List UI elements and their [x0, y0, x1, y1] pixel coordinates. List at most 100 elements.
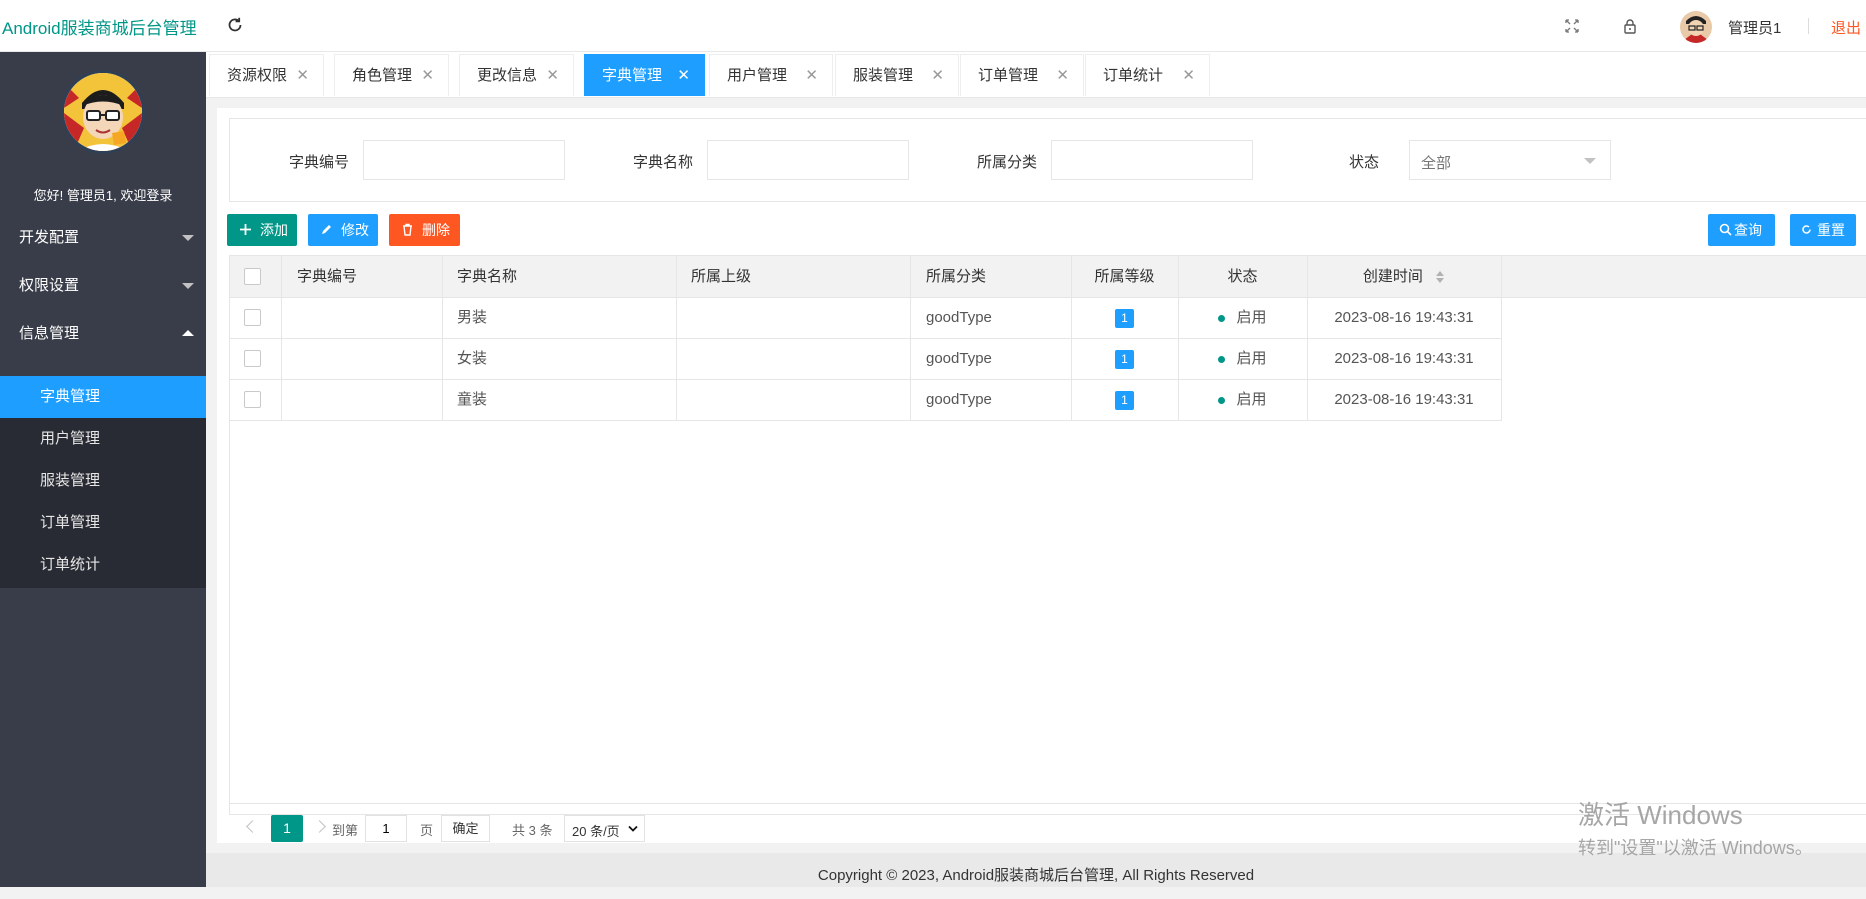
status-label: 状态 [1349, 154, 1380, 171]
row-checkbox[interactable] [244, 391, 261, 408]
delete-button-label: 删除 [422, 222, 450, 238]
welcome-text: 您好! 管理员1, 欢迎登录 [33, 188, 173, 203]
tab-label: 订单统计 [1103, 67, 1164, 84]
category-input[interactable] [1051, 140, 1253, 180]
page-unit: 页 [420, 823, 434, 838]
page-size-select[interactable]: 20 条/页 [564, 815, 645, 842]
tab-change-info[interactable]: 更改信息 ✕ [459, 54, 574, 96]
header-created[interactable]: 创建时间 [1307, 256, 1501, 297]
select-all-checkbox[interactable] [244, 268, 261, 285]
cell-created: 2023-08-16 19:43:31 [1334, 309, 1474, 326]
close-icon[interactable]: ✕ [546, 55, 559, 97]
menu-group-label: 权限设置 [19, 277, 80, 294]
total-count: 共 3 条 [512, 823, 553, 838]
query-button-label: 查询 [1734, 222, 1762, 238]
close-icon[interactable]: ✕ [1182, 55, 1195, 97]
chevron-down-icon [1584, 158, 1596, 164]
sidebar-item-order-stats[interactable]: 订单统计 [0, 544, 206, 586]
close-icon[interactable]: ✕ [677, 55, 690, 97]
header-avatar[interactable] [1680, 11, 1712, 43]
cell-status: 启用 [1178, 298, 1307, 338]
status-select[interactable]: 全部 [1409, 140, 1611, 180]
delete-button[interactable]: 删除 [389, 214, 460, 246]
trash-icon [403, 223, 412, 236]
status-dot-icon [1218, 355, 1226, 363]
header-created-label: 创建时间 [1362, 268, 1423, 285]
status-dot-icon [1218, 396, 1226, 404]
tab-clothing-management[interactable]: 服装管理 ✕ [835, 54, 959, 96]
next-page-icon[interactable] [313, 820, 326, 833]
cell-created: 2023-08-16 19:43:31 [1334, 391, 1474, 408]
logout-link[interactable]: 退出 [1831, 17, 1861, 38]
tab-label: 订单管理 [978, 67, 1039, 84]
brand-title[interactable]: Android服装商城后台管理 [2, 14, 197, 39]
sidebar: 您好! 管理员1, 欢迎登录 开发配置 权限设置 信息管理 字典管理 用户管理 … [0, 52, 206, 887]
edit-button[interactable]: 修改 [308, 214, 378, 246]
header-level: 所属等级 [1094, 268, 1155, 285]
header-username[interactable]: 管理员1 [1728, 17, 1781, 38]
chevron-down-icon [182, 283, 194, 289]
status-text: 启用 [1236, 391, 1267, 408]
goto-confirm-button[interactable]: 确定 [441, 815, 490, 842]
tab-order-statistics[interactable]: 订单统计 ✕ [1085, 54, 1210, 96]
row-checkbox[interactable] [244, 309, 261, 326]
sidebar-item-users[interactable]: 用户管理 [0, 418, 206, 460]
menu-group-permission[interactable]: 权限设置 [0, 264, 206, 308]
info-management-submenu: 字典管理 用户管理 服装管理 订单管理 订单统计 [0, 376, 206, 588]
code-input[interactable] [363, 140, 565, 180]
row-checkbox[interactable] [244, 350, 261, 367]
table-row[interactable]: 男装 goodType 1 启用 2023-08-16 19:43:31 [229, 298, 1502, 339]
close-icon[interactable]: ✕ [931, 55, 944, 97]
menu-group-label: 信息管理 [19, 325, 80, 342]
close-icon[interactable]: ✕ [1056, 55, 1069, 97]
tab-user-management[interactable]: 用户管理 ✕ [709, 54, 833, 96]
header-parent: 所属上级 [691, 268, 752, 285]
level-badge: 1 [1115, 390, 1134, 410]
tab-order-management[interactable]: 订单管理 ✕ [960, 54, 1084, 96]
search-icon [1719, 223, 1732, 236]
close-icon[interactable]: ✕ [421, 55, 434, 97]
status-text: 启用 [1236, 350, 1267, 367]
header-separator [1808, 18, 1809, 34]
chevron-down-icon [628, 825, 638, 832]
sidebar-item-clothing[interactable]: 服装管理 [0, 460, 206, 502]
lock-icon[interactable] [1621, 17, 1639, 35]
pencil-icon [322, 225, 331, 234]
table-row[interactable]: 女装 goodType 1 启用 2023-08-16 19:43:31 [229, 339, 1502, 380]
sidebar-item-dictionary[interactable]: 字典管理 [0, 376, 206, 418]
sort-icon[interactable] [1435, 270, 1445, 284]
cell-name: 童装 [457, 391, 488, 408]
header-category: 所属分类 [926, 268, 987, 285]
tab-label: 角色管理 [352, 67, 413, 84]
cell-created: 2023-08-16 19:43:31 [1334, 350, 1474, 367]
page-size-value: 20 条/页 [572, 824, 620, 839]
reset-icon [1802, 225, 1811, 234]
chevron-up-icon [182, 330, 194, 336]
menu-group-info-management[interactable]: 信息管理 [0, 312, 206, 356]
prev-page-icon[interactable] [246, 820, 259, 833]
tab-role-management[interactable]: 角色管理 ✕ [334, 54, 449, 96]
goto-page-input[interactable] [365, 815, 407, 842]
name-input[interactable] [707, 140, 909, 180]
content-card: 字典编号 字典名称 所属分类 状态 全部 添加 修改 删除 查询 重置 字典编号… [217, 108, 1866, 843]
menu-group-dev-config[interactable]: 开发配置 [0, 216, 206, 260]
cell-category: goodType [926, 391, 992, 408]
add-button[interactable]: 添加 [227, 214, 297, 246]
close-icon[interactable]: ✕ [296, 55, 309, 97]
cell-level: 1 [1071, 380, 1178, 420]
current-page[interactable]: 1 [271, 815, 303, 842]
refresh-icon[interactable] [226, 16, 244, 34]
close-icon[interactable]: ✕ [805, 55, 818, 97]
category-label: 所属分类 [977, 154, 1038, 171]
tab-label: 用户管理 [727, 67, 788, 84]
watermark-title: 激活 Windows [1578, 800, 1743, 830]
query-button[interactable]: 查询 [1708, 214, 1775, 246]
reset-button[interactable]: 重置 [1790, 214, 1856, 246]
tab-resource-permission[interactable]: 资源权限 ✕ [209, 54, 324, 96]
sidebar-item-orders[interactable]: 订单管理 [0, 502, 206, 544]
fullscreen-icon[interactable] [1563, 17, 1581, 35]
tab-label: 服装管理 [853, 67, 914, 84]
table-row[interactable]: 童装 goodType 1 启用 2023-08-16 19:43:31 [229, 380, 1502, 421]
tab-dictionary-management[interactable]: 字典管理 ✕ [584, 54, 705, 96]
cell-status: 启用 [1178, 339, 1307, 379]
